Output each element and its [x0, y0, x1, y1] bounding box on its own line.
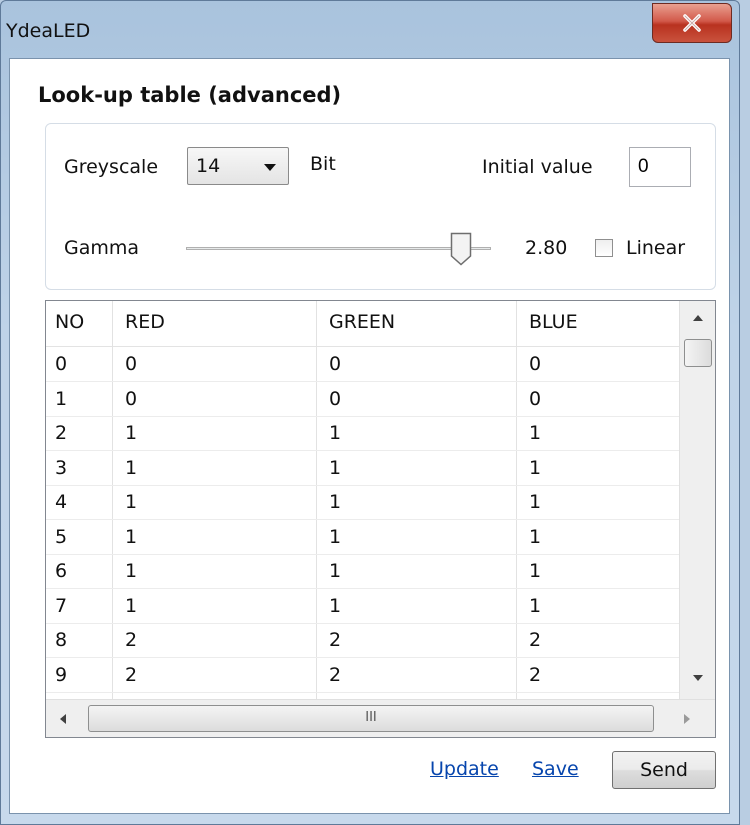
horizontal-scrollbar[interactable]: III: [46, 699, 715, 737]
gamma-slider-thumb[interactable]: [450, 232, 472, 266]
table-header: NO RED GREEN BLUE: [46, 301, 679, 347]
cell-blue: 1: [529, 594, 542, 617]
cell-blue: 1: [529, 456, 542, 479]
cell-red: 1: [125, 525, 138, 548]
scroll-right-icon[interactable]: [684, 714, 690, 724]
cell-no: 8: [55, 629, 68, 651]
table-row[interactable]: 4 1 1 1: [46, 486, 679, 520]
cell-no: 2: [55, 422, 68, 444]
cell-red: 2: [125, 629, 138, 651]
cell-green: 2: [329, 629, 342, 651]
cell-blue: 0: [529, 387, 542, 410]
greyscale-dropdown[interactable]: 14: [187, 147, 289, 185]
table-row[interactable]: 2 1 1 1: [46, 417, 679, 451]
cell-no: 5: [55, 525, 68, 548]
cell-green: 1: [329, 560, 342, 582]
cell-red: 0: [125, 387, 138, 410]
table-row[interactable]: 1 0 0 0: [46, 383, 679, 417]
bit-label: Bit: [310, 153, 336, 175]
cell-red: 1: [125, 594, 138, 617]
gamma-slider-track[interactable]: [186, 247, 491, 250]
title-bar[interactable]: YdeaLED: [0, 0, 740, 58]
save-link[interactable]: Save: [532, 758, 579, 780]
cell-green: 0: [329, 353, 342, 375]
table-row[interactable]: 9 2 2 2: [46, 659, 679, 693]
greyscale-value: 14: [196, 155, 221, 177]
cell-red: 1: [125, 422, 138, 444]
cell-blue: 2: [529, 663, 542, 686]
settings-group: [45, 123, 716, 290]
cell-no: 3: [55, 456, 68, 479]
table-row[interactable]: 6 1 1 1: [46, 555, 679, 589]
window-title: YdeaLED: [6, 20, 91, 42]
gamma-label: Gamma: [64, 237, 140, 259]
cell-green: 1: [329, 525, 342, 548]
page-title: Look-up table (advanced): [38, 83, 342, 107]
gamma-value: 2.80: [525, 237, 568, 259]
table-row[interactable]: 0 0 0 0: [46, 348, 679, 382]
cell-green: 1: [329, 422, 342, 444]
column-header-green[interactable]: GREEN: [329, 311, 395, 333]
cell-no: 4: [55, 491, 68, 513]
initial-value-label: Initial value: [482, 156, 593, 178]
scroll-grip: III: [365, 710, 377, 725]
column-header-red[interactable]: RED: [125, 311, 165, 333]
initial-value-field[interactable]: [629, 147, 691, 187]
cell-no: 9: [55, 663, 68, 686]
greyscale-label: Greyscale: [64, 156, 159, 178]
column-header-no[interactable]: NO: [55, 311, 84, 333]
table-row[interactable]: 3 1 1 1: [46, 452, 679, 486]
cell-blue: 1: [529, 422, 542, 444]
cell-no: 6: [55, 560, 68, 582]
cell-no: 7: [55, 594, 68, 617]
cell-no: 1: [55, 387, 68, 410]
vertical-scrollbar[interactable]: [679, 301, 715, 699]
table-row[interactable]: 7 1 1 1: [46, 590, 679, 624]
cell-green: 1: [329, 491, 342, 513]
cell-green: 2: [329, 663, 342, 686]
cell-red: 0: [125, 353, 138, 375]
cell-blue: 0: [529, 353, 542, 375]
cell-green: 1: [329, 594, 342, 617]
cell-blue: 1: [529, 525, 542, 548]
cell-red: 2: [125, 663, 138, 686]
close-icon: [683, 14, 701, 32]
cell-blue: 1: [529, 560, 542, 582]
cell-green: 1: [329, 456, 342, 479]
linear-checkbox[interactable]: [595, 239, 613, 257]
update-link[interactable]: Update: [430, 758, 499, 780]
linear-label: Linear: [626, 237, 686, 259]
close-button[interactable]: [652, 3, 732, 43]
cell-blue: 2: [529, 629, 542, 651]
lookup-table[interactable]: NO RED GREEN BLUE 0 0 0 0 1 0 0 0 2 1 1 1 3 1 1 1 4 1 1 1 5 1…: [45, 300, 716, 738]
scroll-left-icon[interactable]: [60, 714, 66, 724]
cell-blue: 1: [529, 491, 542, 513]
table-row[interactable]: 5 1 1 1: [46, 521, 679, 555]
cell-green: 0: [329, 387, 342, 410]
horizontal-scroll-thumb[interactable]: III: [88, 705, 654, 732]
chevron-down-icon: [264, 164, 276, 171]
cell-no: 0: [55, 353, 68, 375]
column-header-blue[interactable]: BLUE: [529, 311, 578, 333]
scroll-up-icon[interactable]: [693, 315, 703, 321]
vertical-scroll-thumb[interactable]: [684, 339, 712, 367]
table-row[interactable]: 8 2 2 2: [46, 624, 679, 658]
cell-red: 1: [125, 456, 138, 479]
cell-red: 1: [125, 560, 138, 582]
scroll-down-icon[interactable]: [693, 675, 703, 681]
send-button[interactable]: Send: [612, 751, 716, 789]
cell-red: 1: [125, 491, 138, 513]
